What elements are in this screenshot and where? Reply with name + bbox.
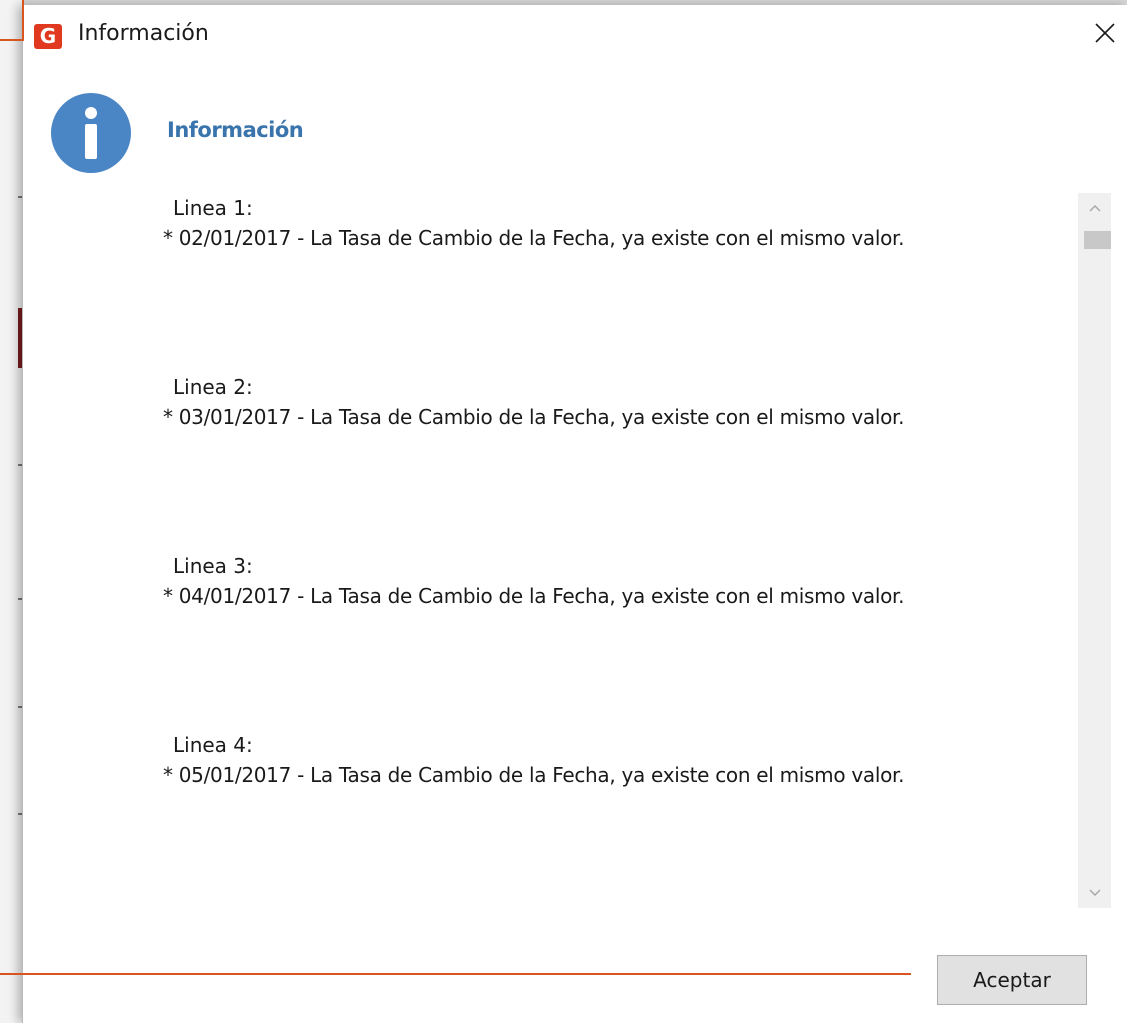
message-line-detail: * 04/01/2017 - La Tasa de Cambio de la F…	[163, 584, 905, 608]
dialog-heading: Información	[167, 118, 304, 142]
info-icon	[51, 93, 131, 173]
message-item: Linea 2: * 03/01/2017 - La Tasa de Cambi…	[163, 372, 1078, 551]
message-line-label: Linea 2:	[173, 375, 253, 399]
close-button[interactable]	[1082, 10, 1127, 56]
message-line-label: Linea 1:	[173, 196, 253, 220]
message-line-label: Linea 3:	[173, 554, 253, 578]
accept-button[interactable]: Aceptar	[937, 955, 1087, 1005]
annotation-line	[22, 0, 24, 40]
message-list[interactable]: Linea 1: * 02/01/2017 - La Tasa de Cambi…	[163, 193, 1078, 908]
app-logo-icon: G	[34, 24, 62, 49]
screenshot: G Información Información Linea 1: * 02/…	[0, 0, 1127, 1023]
chevron-down-icon	[1089, 889, 1100, 896]
message-line-detail: * 02/01/2017 - La Tasa de Cambio de la F…	[163, 226, 905, 250]
annotation-line	[0, 39, 24, 41]
message-line-detail: * 03/01/2017 - La Tasa de Cambio de la F…	[163, 405, 905, 429]
vertical-scrollbar[interactable]	[1078, 193, 1111, 908]
message-item: Linea 4: * 05/01/2017 - La Tasa de Cambi…	[163, 730, 1078, 908]
information-dialog: G Información Información Linea 1: * 02/…	[22, 5, 1127, 1023]
message-item: Linea 3: * 04/01/2017 - La Tasa de Cambi…	[163, 551, 1078, 730]
scroll-up-button[interactable]	[1078, 193, 1111, 223]
close-icon	[1095, 23, 1115, 43]
window-title: Información	[78, 21, 209, 46]
message-line-detail: * 05/01/2017 - La Tasa de Cambio de la F…	[163, 763, 905, 787]
title-bar[interactable]: G Información	[23, 5, 1127, 67]
background-window	[0, 0, 22, 1023]
annotation-line	[0, 973, 911, 975]
message-line-label: Linea 4:	[173, 733, 253, 757]
chevron-up-icon	[1089, 205, 1100, 212]
message-item: Linea 1: * 02/01/2017 - La Tasa de Cambi…	[163, 193, 1078, 372]
scroll-down-button[interactable]	[1078, 878, 1111, 908]
scroll-thumb[interactable]	[1084, 231, 1111, 249]
